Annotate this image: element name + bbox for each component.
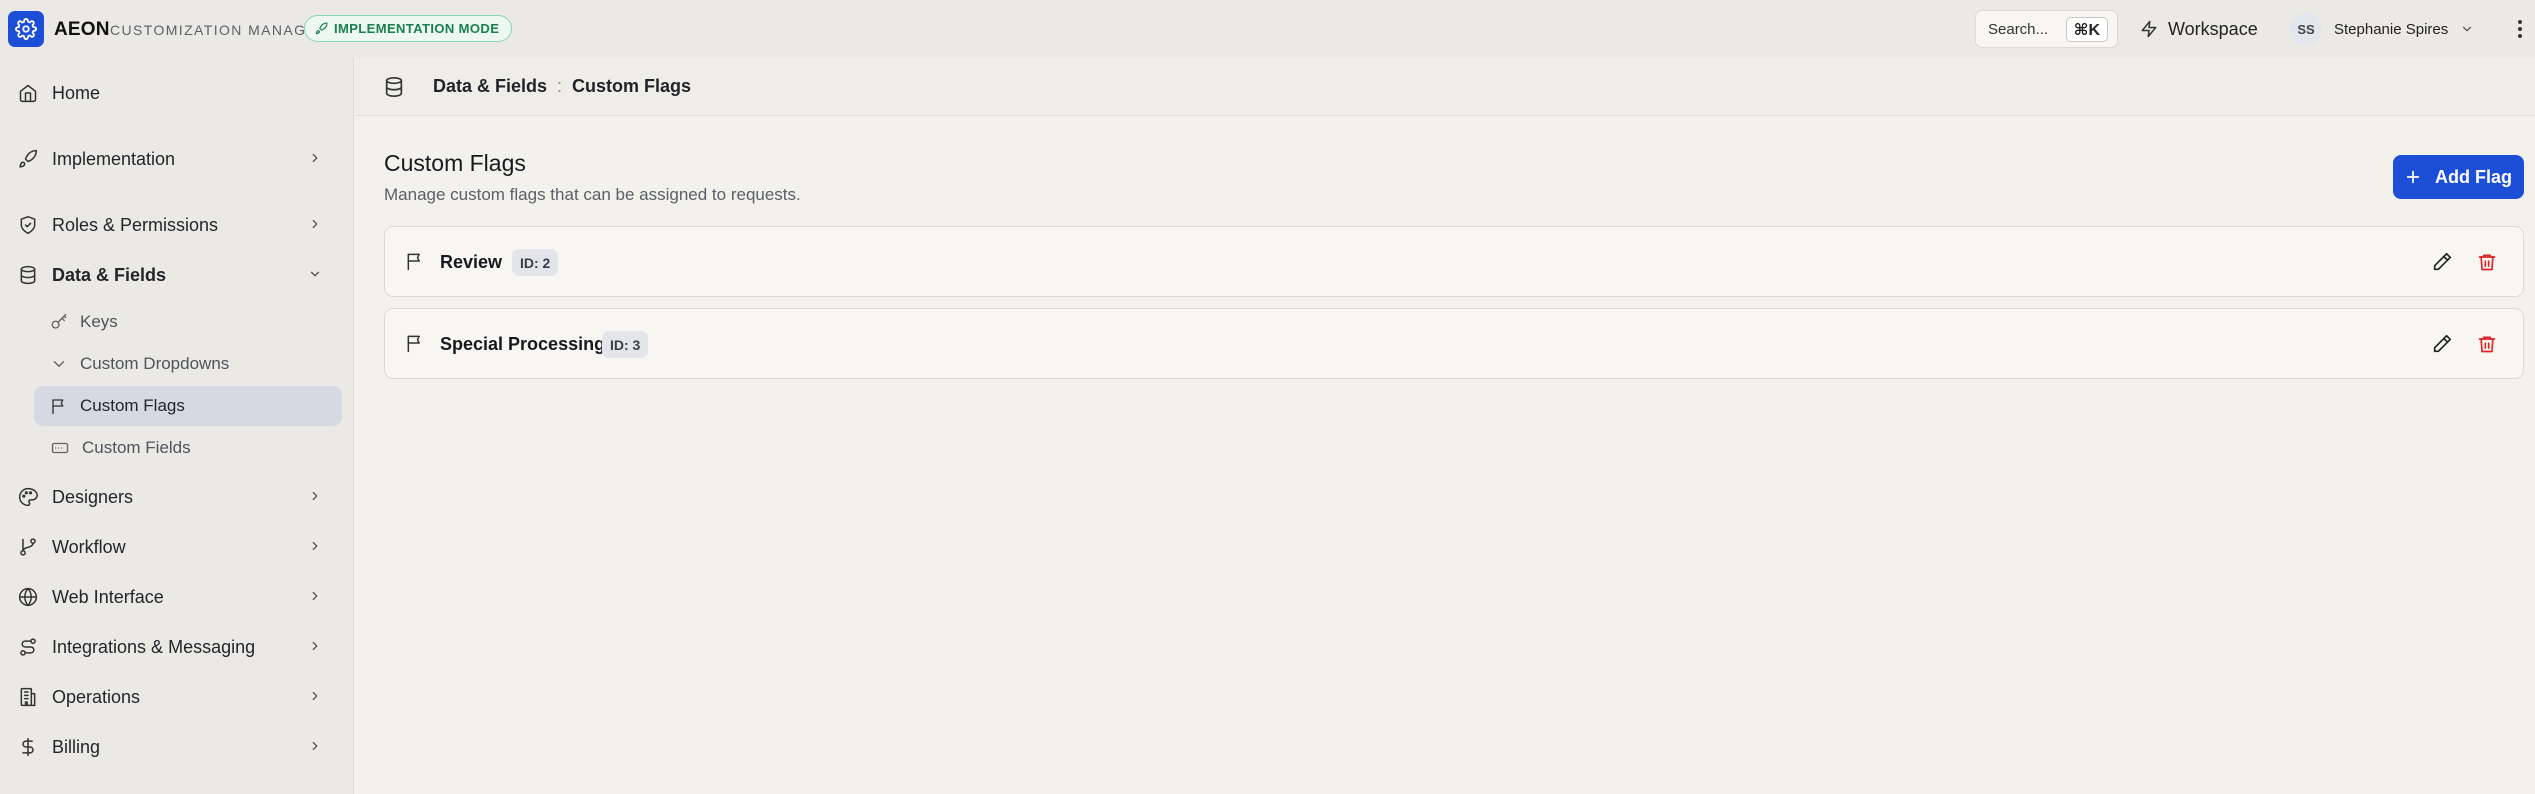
sidebar-subitem-keys[interactable]: Keys [34, 302, 342, 342]
search-label: Search... [1988, 20, 2049, 38]
sidebar-subitem-label: Custom Flags [80, 396, 185, 415]
sidebar-item-home[interactable]: Home [14, 73, 340, 113]
palette-icon [19, 487, 38, 507]
list-item: Review ID: 2 [384, 226, 2524, 297]
edit-pencil-icon[interactable] [2431, 333, 2453, 355]
chevron-right-icon [312, 219, 318, 229]
chevron-right-icon [312, 491, 318, 501]
sidebar-item-label: Roles & Permissions [52, 214, 219, 235]
list-item: Special Processing ID: 3 [384, 308, 2524, 379]
plus-icon [2406, 170, 2420, 184]
sidebar-subitem-custom-fields[interactable]: Custom Fields [34, 428, 342, 468]
sidebar-item-label: Billing [52, 736, 101, 757]
add-flag-button[interactable]: Add Flag [2393, 155, 2524, 199]
more-vertical-icon [2518, 20, 2522, 38]
flag-icon [407, 335, 420, 353]
sidebar-item-label: Integrations & Messaging [52, 636, 256, 657]
git-branch-icon [20, 538, 36, 556]
breadcrumb-section[interactable]: Data & Fields [433, 76, 547, 97]
workspace-label: Workspace [2168, 18, 2258, 39]
id-badge: ID: 2 [512, 249, 559, 276]
breadcrumb: Data & Fields : Custom Flags [355, 58, 2535, 116]
sidebar-subitem-label: Custom Fields [82, 438, 191, 457]
search-button[interactable]: Search... ⌘K [1975, 10, 2118, 48]
implementation-mode-badge: IMPLEMENTATION MODE [304, 15, 513, 42]
text-field-icon [51, 442, 69, 454]
sidebar-item-label: Workflow [52, 536, 126, 557]
page-description: Manage custom flags that can be assigned… [384, 185, 801, 204]
chevron-right-icon [312, 591, 318, 601]
flag-name: Review [440, 252, 503, 272]
database-icon [20, 265, 36, 285]
workspace-button[interactable]: Workspace [2140, 10, 2258, 48]
sidebar-item-workflow[interactable]: Workflow [14, 527, 340, 567]
add-flag-label: Add Flag [2435, 166, 2512, 187]
sidebar-subitem-label: Custom Dropdowns [80, 354, 230, 373]
shield-check-icon [20, 215, 36, 235]
sidebar-item-designers[interactable]: Designers [14, 477, 340, 517]
trash-icon[interactable] [2477, 251, 2497, 273]
breadcrumb-separator: : [557, 76, 563, 96]
sidebar-item-integrations-messaging[interactable]: Integrations & Messaging [14, 627, 340, 667]
sidebar-subitem-label: Keys [80, 312, 118, 331]
key-icon [51, 313, 67, 329]
sidebar-item-label: Implementation [52, 148, 176, 169]
sidebar-item-label: Data & Fields [52, 264, 167, 285]
edit-pencil-icon[interactable] [2431, 251, 2453, 273]
top-bar: AEON CUSTOMIZATION MANAGER IMPLEMENTATIO… [0, 0, 2535, 58]
flag-name: Special Processing [440, 334, 606, 354]
dollar-icon [22, 737, 34, 757]
sidebar-subitem-custom-flags[interactable]: Custom Flags [34, 386, 342, 426]
id-badge: ID: 3 [602, 331, 649, 358]
sidebar-item-label: Operations [52, 686, 141, 707]
chevron-right-icon [312, 641, 318, 651]
more-options-button[interactable] [2508, 16, 2532, 42]
sidebar-item-data-fields[interactable]: Data & Fields [14, 255, 340, 295]
page-title: Custom Flags [384, 150, 526, 176]
user-menu[interactable]: SS Stephanie Spires [2290, 10, 2474, 48]
sidebar-item-billing[interactable]: Billing [14, 727, 340, 767]
sidebar-item-operations[interactable]: Operations [14, 677, 340, 717]
building-icon [20, 687, 36, 707]
breadcrumb-current: Custom Flags [572, 76, 692, 96]
avatar: SS [2290, 13, 2322, 45]
brand-name: AEON [54, 19, 110, 40]
database-icon [385, 76, 403, 97]
chevron-right-icon [312, 541, 318, 551]
sidebar-item-implementation[interactable]: Implementation [14, 139, 340, 179]
sidebar-item-label: Home [52, 82, 101, 103]
mode-badge-label: IMPLEMENTATION MODE [334, 21, 500, 36]
home-icon [19, 84, 37, 103]
chevron-down-icon [2463, 26, 2472, 32]
lightning-icon [2141, 20, 2157, 38]
user-name: Stephanie Spires [2334, 20, 2449, 38]
logo[interactable] [8, 11, 44, 47]
globe-icon [18, 587, 38, 607]
trash-icon[interactable] [2477, 333, 2497, 355]
rocket-icon [315, 22, 328, 35]
brand-subtitle: CUSTOMIZATION MANAGER [110, 22, 329, 38]
sidebar-item-web-interface[interactable]: Web Interface [14, 577, 340, 617]
flag-icon [407, 253, 420, 271]
rocket-icon [19, 149, 38, 168]
chevron-down-icon [310, 271, 320, 277]
route-icon [20, 638, 36, 656]
gear-icon [15, 18, 37, 40]
sidebar-item-label: Web Interface [52, 586, 164, 607]
sidebar-item-roles-permissions[interactable]: Roles & Permissions [14, 205, 340, 245]
chevron-down-icon [53, 361, 65, 367]
sidebar-item-label: Designers [52, 486, 134, 507]
chevron-right-icon [312, 153, 318, 163]
sidebar: Home Implementation Roles & Permissions … [0, 58, 354, 794]
chevron-right-icon [312, 741, 318, 751]
search-shortcut: ⌘K [2065, 17, 2108, 42]
flag-icon [52, 399, 64, 415]
chevron-right-icon [312, 691, 318, 701]
sidebar-subitem-custom-dropdowns[interactable]: Custom Dropdowns [34, 344, 342, 384]
